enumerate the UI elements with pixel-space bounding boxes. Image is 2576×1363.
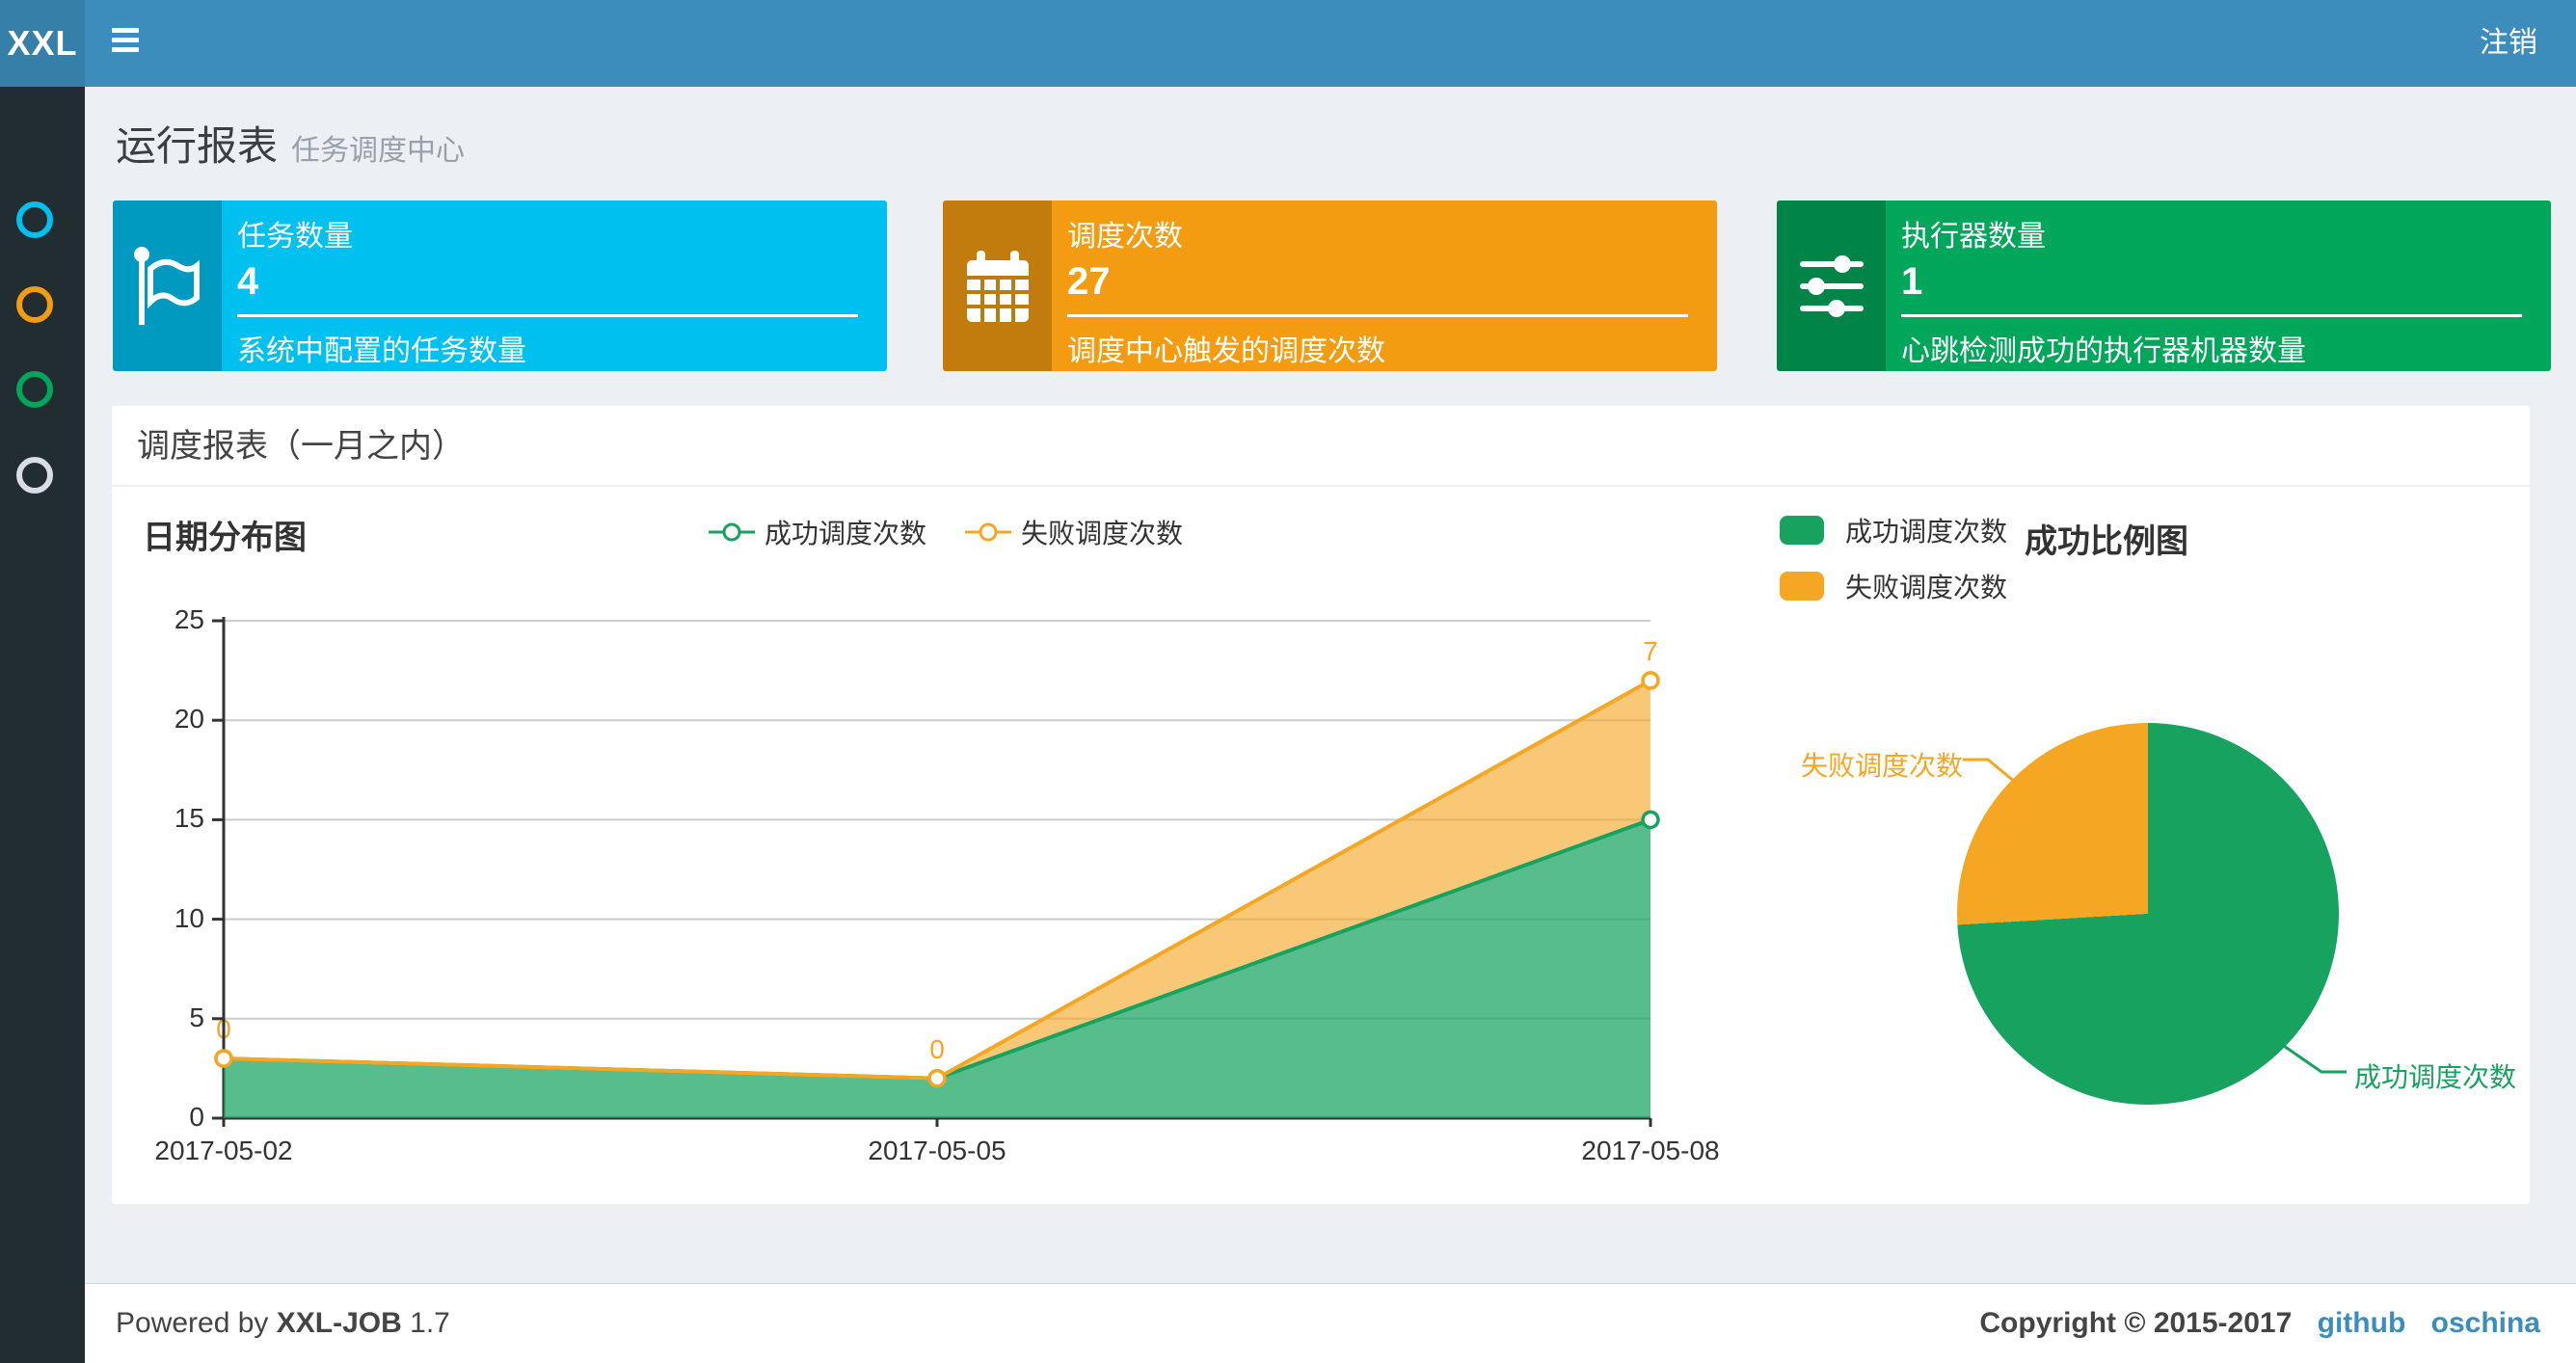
legend-item-success[interactable]: 成功调度次数 [709, 513, 926, 551]
footer-powered-by: Powered by XXL-JOB 1.7 [116, 1307, 450, 1339]
y-axis-tick: 25 [174, 604, 204, 634]
y-axis-tick: 0 [189, 1102, 204, 1132]
sidebar-item-3 circle-icon[interactable] [16, 371, 53, 408]
calendar-icon [966, 250, 1029, 322]
xxl-job-dashboard: XXL 注销 运行报表 任务调度中心 任务数量 4 系统中配置的任务数量 调度次… [0, 0, 2576, 1363]
github-link[interactable]: github [2318, 1307, 2406, 1339]
line-chart-title: 日期分布图 [143, 520, 307, 556]
legend-swatch-icon [1780, 572, 1824, 601]
y-axis-tick: 20 [174, 704, 204, 735]
product-version: 1.7 [410, 1307, 450, 1339]
sliders-icon [1799, 254, 1864, 317]
pie-slice-label-success: 成功调度次数 [2354, 1062, 2517, 1092]
legend-swatch-icon [1780, 516, 1824, 545]
sidebar-item-1 circle-icon[interactable] [16, 201, 53, 238]
hamburger-icon [112, 28, 139, 33]
point-label: 7 [1643, 635, 1658, 666]
footer: Powered by XXL-JOB 1.7 Copyright © 2015-… [85, 1283, 2576, 1363]
top-navbar: XXL 注销 [0, 0, 2576, 87]
stat-card-triggers: 调度次数 27 调度中心触发的调度次数 [943, 200, 1717, 371]
line-marker-icon [709, 522, 755, 542]
page-title-text: 运行报表 [116, 123, 279, 169]
y-axis-tick: 10 [174, 902, 204, 933]
pie-chart-title: 成功比例图 [2025, 523, 2188, 560]
pie-chart-legend: 成功调度次数 失败调度次数 [1780, 511, 2007, 623]
success-ratio-pie[interactable] [1957, 723, 2339, 1105]
legend-item-fail[interactable]: 失败调度次数 [965, 513, 1183, 551]
card-label: 调度次数 [1067, 221, 1183, 253]
page-subtitle: 任务调度中心 [291, 135, 466, 167]
legend-item-fail[interactable]: 失败调度次数 [1780, 567, 2007, 605]
product-name: XXL-JOB [276, 1307, 402, 1339]
card-label: 任务数量 [237, 221, 353, 253]
stat-card-jobs: 任务数量 4 系统中配置的任务数量 [113, 200, 887, 371]
card-label: 执行器数量 [1901, 221, 2046, 253]
y-axis-tick: 5 [189, 1002, 204, 1032]
point-label: 0 [929, 1033, 945, 1064]
sidebar-toggle-button[interactable] [112, 28, 139, 59]
stat-card-executors: 执行器数量 1 心跳检测成功的执行器机器数量 [1777, 200, 2551, 371]
line-marker-icon [965, 522, 1012, 542]
legend-item-success[interactable]: 成功调度次数 [1780, 511, 2007, 549]
sidebar-item-4 circle-icon[interactable] [16, 457, 53, 494]
card-value: 4 [237, 260, 259, 303]
x-axis-tick: 2017-05-08 [1581, 1136, 1720, 1165]
point-label: 0 [216, 1014, 231, 1045]
x-axis-tick: 2017-05-02 [154, 1136, 293, 1165]
page-title: 运行报表 任务调度中心 [116, 114, 465, 173]
sidebar [0, 87, 85, 1363]
flag-icon [133, 246, 200, 325]
app-logo[interactable]: XXL [0, 0, 85, 87]
x-axis-tick: 2017-05-05 [868, 1136, 1006, 1165]
card-description: 系统中配置的任务数量 [237, 335, 526, 367]
card-value: 1 [1901, 260, 1923, 303]
card-description: 调度中心触发的调度次数 [1067, 335, 1385, 367]
logo-text: XXL [7, 23, 78, 63]
line-chart-legend: 成功调度次数 失败调度次数 [709, 513, 1183, 551]
y-axis-tick: 15 [174, 803, 204, 834]
card-value: 27 [1067, 260, 1111, 303]
logout-link[interactable]: 注销 [2480, 0, 2537, 87]
panel-title: 调度报表（一月之内） [112, 406, 2530, 487]
oschina-link[interactable]: oschina [2431, 1307, 2540, 1339]
sidebar-item-2 circle-icon[interactable] [16, 286, 53, 323]
footer-copyright: Copyright © 2015-2017 github oschina [1979, 1307, 2540, 1339]
pie-slice-label-fail: 失败调度次数 [1800, 751, 1963, 781]
card-description: 心跳检测成功的执行器机器数量 [1901, 335, 2306, 367]
